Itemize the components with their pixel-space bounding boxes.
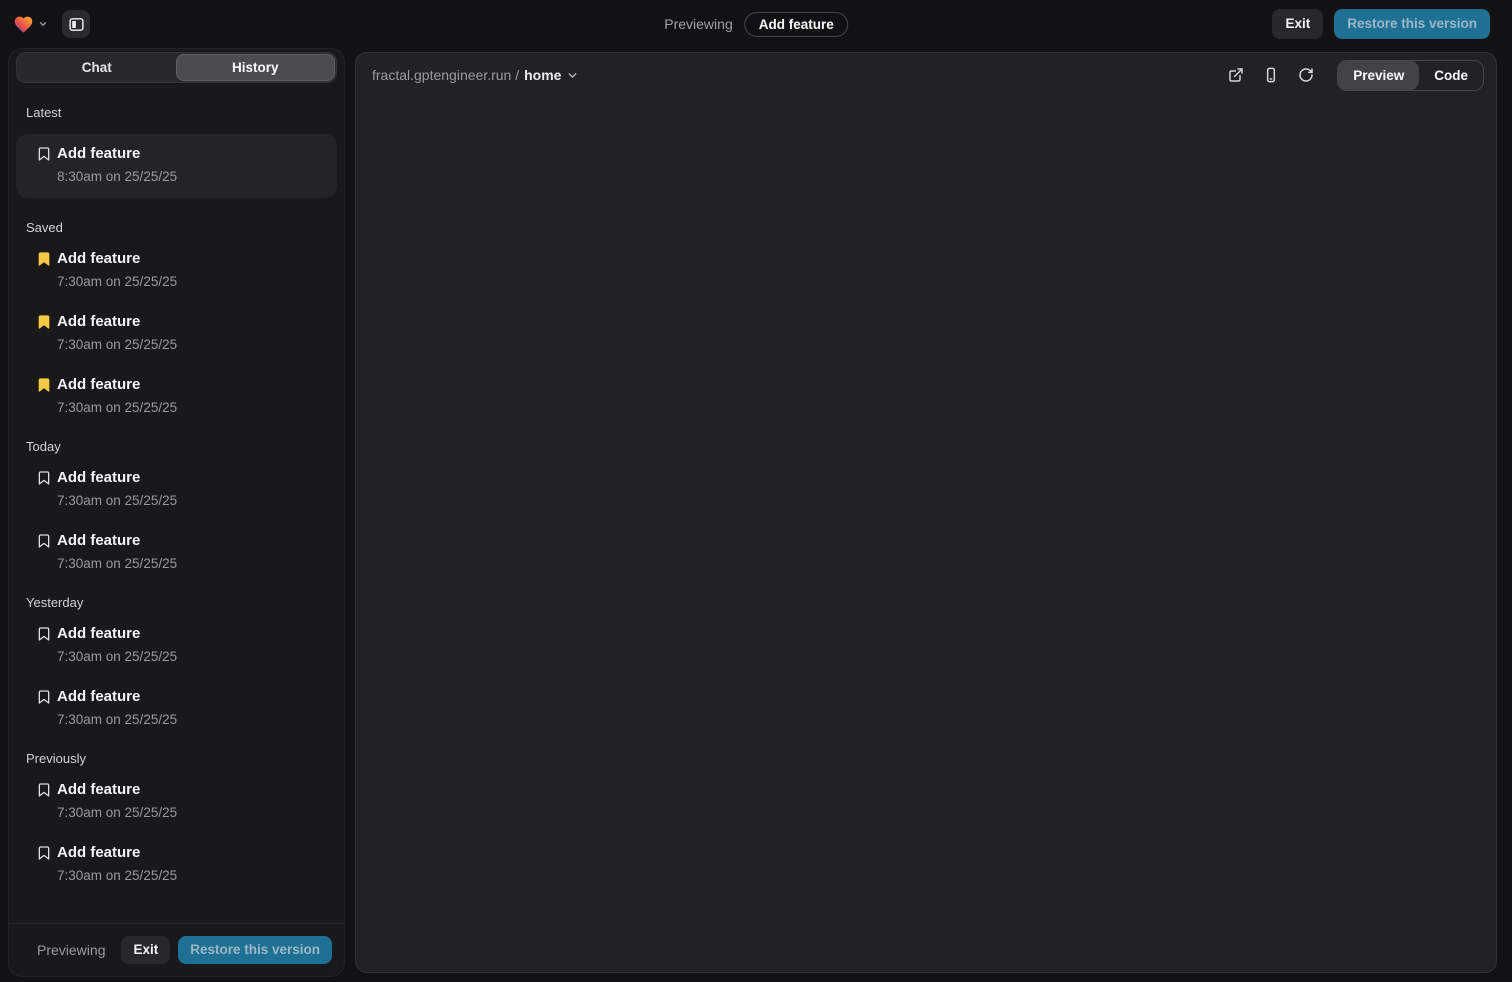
preview-header: fractal.gptengineer.run / home P	[356, 53, 1496, 97]
history-version-item[interactable]: Add feature 8:30am on 25/25/25	[36, 144, 325, 186]
bookmark-icon	[36, 470, 52, 486]
preview-viewport[interactable]	[356, 97, 1496, 972]
bookmark-icon	[36, 146, 52, 162]
tab-history[interactable]: History	[176, 54, 336, 81]
smartphone-icon	[1263, 67, 1279, 83]
version-title: Add feature	[57, 843, 140, 863]
url-selector[interactable]: fractal.gptengineer.run / home	[372, 67, 579, 83]
history-version-item[interactable]: Add feature 7:30am on 25/25/25	[36, 312, 334, 354]
version-title: Add feature	[57, 624, 140, 644]
bookmark-icon	[36, 689, 52, 705]
preview-actions: Preview Code	[1222, 60, 1484, 91]
bookmark-filled-icon	[36, 377, 52, 393]
section-header-today: Today	[26, 439, 327, 454]
history-sidebar: Chat History Latest Add feature 8:30am o…	[8, 48, 345, 977]
version-title: Add feature	[57, 780, 140, 800]
url-page: home	[524, 67, 561, 83]
latest-version-card[interactable]: Add feature 8:30am on 25/25/25	[16, 134, 337, 198]
history-version-item[interactable]: Add feature 7:30am on 25/25/25	[36, 843, 334, 885]
version-timestamp: 7:30am on 25/25/25	[57, 867, 334, 885]
version-timestamp: 7:30am on 25/25/25	[57, 273, 334, 291]
topbar: Previewing Add feature Exit Restore this…	[0, 0, 1512, 48]
section-header-latest: Latest	[26, 105, 327, 120]
version-timestamp: 8:30am on 25/25/25	[57, 168, 325, 186]
logo-cluster	[12, 10, 90, 38]
open-in-new-tab-button[interactable]	[1222, 61, 1250, 89]
footer-restore-version-button[interactable]: Restore this version	[178, 936, 332, 964]
preview-code-toggle: Preview Code	[1337, 60, 1484, 91]
bookmark-icon	[36, 533, 52, 549]
version-title: Add feature	[57, 687, 140, 707]
topbar-actions: Exit Restore this version	[1272, 9, 1490, 39]
bookmark-icon	[36, 626, 52, 642]
version-timestamp: 7:30am on 25/25/25	[57, 555, 334, 573]
chevron-down-icon	[566, 69, 579, 82]
refresh-icon	[1298, 67, 1314, 83]
version-timestamp: 7:30am on 25/25/25	[57, 804, 334, 822]
version-title: Add feature	[57, 531, 140, 551]
sidebar-tabs: Chat History	[16, 52, 337, 83]
history-version-item[interactable]: Add feature 7:30am on 25/25/25	[36, 249, 334, 291]
bookmark-icon	[36, 782, 52, 798]
history-version-item[interactable]: Add feature 7:30am on 25/25/25	[36, 468, 334, 510]
version-timestamp: 7:30am on 25/25/25	[57, 492, 334, 510]
tab-chat[interactable]: Chat	[18, 54, 176, 81]
chevron-down-icon	[38, 19, 48, 29]
refresh-button[interactable]	[1292, 61, 1320, 89]
version-title: Add feature	[57, 375, 140, 395]
mobile-view-button[interactable]	[1257, 61, 1285, 89]
history-list[interactable]: Latest Add feature 8:30am on 25/25/25 Sa…	[9, 83, 344, 923]
bookmark-filled-icon	[36, 314, 52, 330]
tab-code[interactable]: Code	[1419, 61, 1483, 90]
history-version-item[interactable]: Add feature 7:30am on 25/25/25	[36, 531, 334, 573]
previewing-label: Previewing	[664, 16, 732, 32]
exit-button[interactable]: Exit	[1272, 9, 1323, 39]
history-version-item[interactable]: Add feature 7:30am on 25/25/25	[36, 624, 334, 666]
app-menu-button[interactable]	[12, 14, 48, 35]
tab-preview[interactable]: Preview	[1338, 61, 1419, 90]
version-timestamp: 7:30am on 25/25/25	[57, 399, 334, 417]
history-version-item[interactable]: Add feature 7:30am on 25/25/25	[36, 375, 334, 417]
version-title: Add feature	[57, 468, 140, 488]
version-timestamp: 7:30am on 25/25/25	[57, 648, 334, 666]
section-header-previously: Previously	[26, 751, 327, 766]
preview-panel: fractal.gptengineer.run / home P	[355, 52, 1497, 973]
sidebar-footer: Previewing Exit Restore this version	[9, 923, 344, 976]
history-version-item[interactable]: Add feature 7:30am on 25/25/25	[36, 780, 334, 822]
footer-previewing-label: Previewing	[37, 942, 105, 958]
restore-version-button[interactable]: Restore this version	[1334, 9, 1490, 39]
toggle-sidebar-button[interactable]	[62, 10, 90, 38]
url-prefix: fractal.gptengineer.run /	[372, 67, 519, 83]
version-timestamp: 7:30am on 25/25/25	[57, 336, 334, 354]
panel-left-icon	[68, 16, 85, 33]
section-header-saved: Saved	[26, 220, 327, 235]
version-title: Add feature	[57, 312, 140, 332]
bookmark-icon	[36, 845, 52, 861]
history-version-item[interactable]: Add feature 7:30am on 25/25/25	[36, 687, 334, 729]
version-timestamp: 7:30am on 25/25/25	[57, 711, 334, 729]
section-header-yesterday: Yesterday	[26, 595, 327, 610]
topbar-version-info: Previewing Add feature	[664, 0, 848, 48]
bookmark-filled-icon	[36, 251, 52, 267]
footer-exit-button[interactable]: Exit	[121, 936, 170, 964]
lovable-heart-logo-icon	[12, 14, 35, 35]
version-title: Add feature	[57, 144, 140, 164]
external-link-icon	[1228, 67, 1244, 83]
version-title: Add feature	[57, 249, 140, 269]
version-chip[interactable]: Add feature	[745, 12, 848, 37]
